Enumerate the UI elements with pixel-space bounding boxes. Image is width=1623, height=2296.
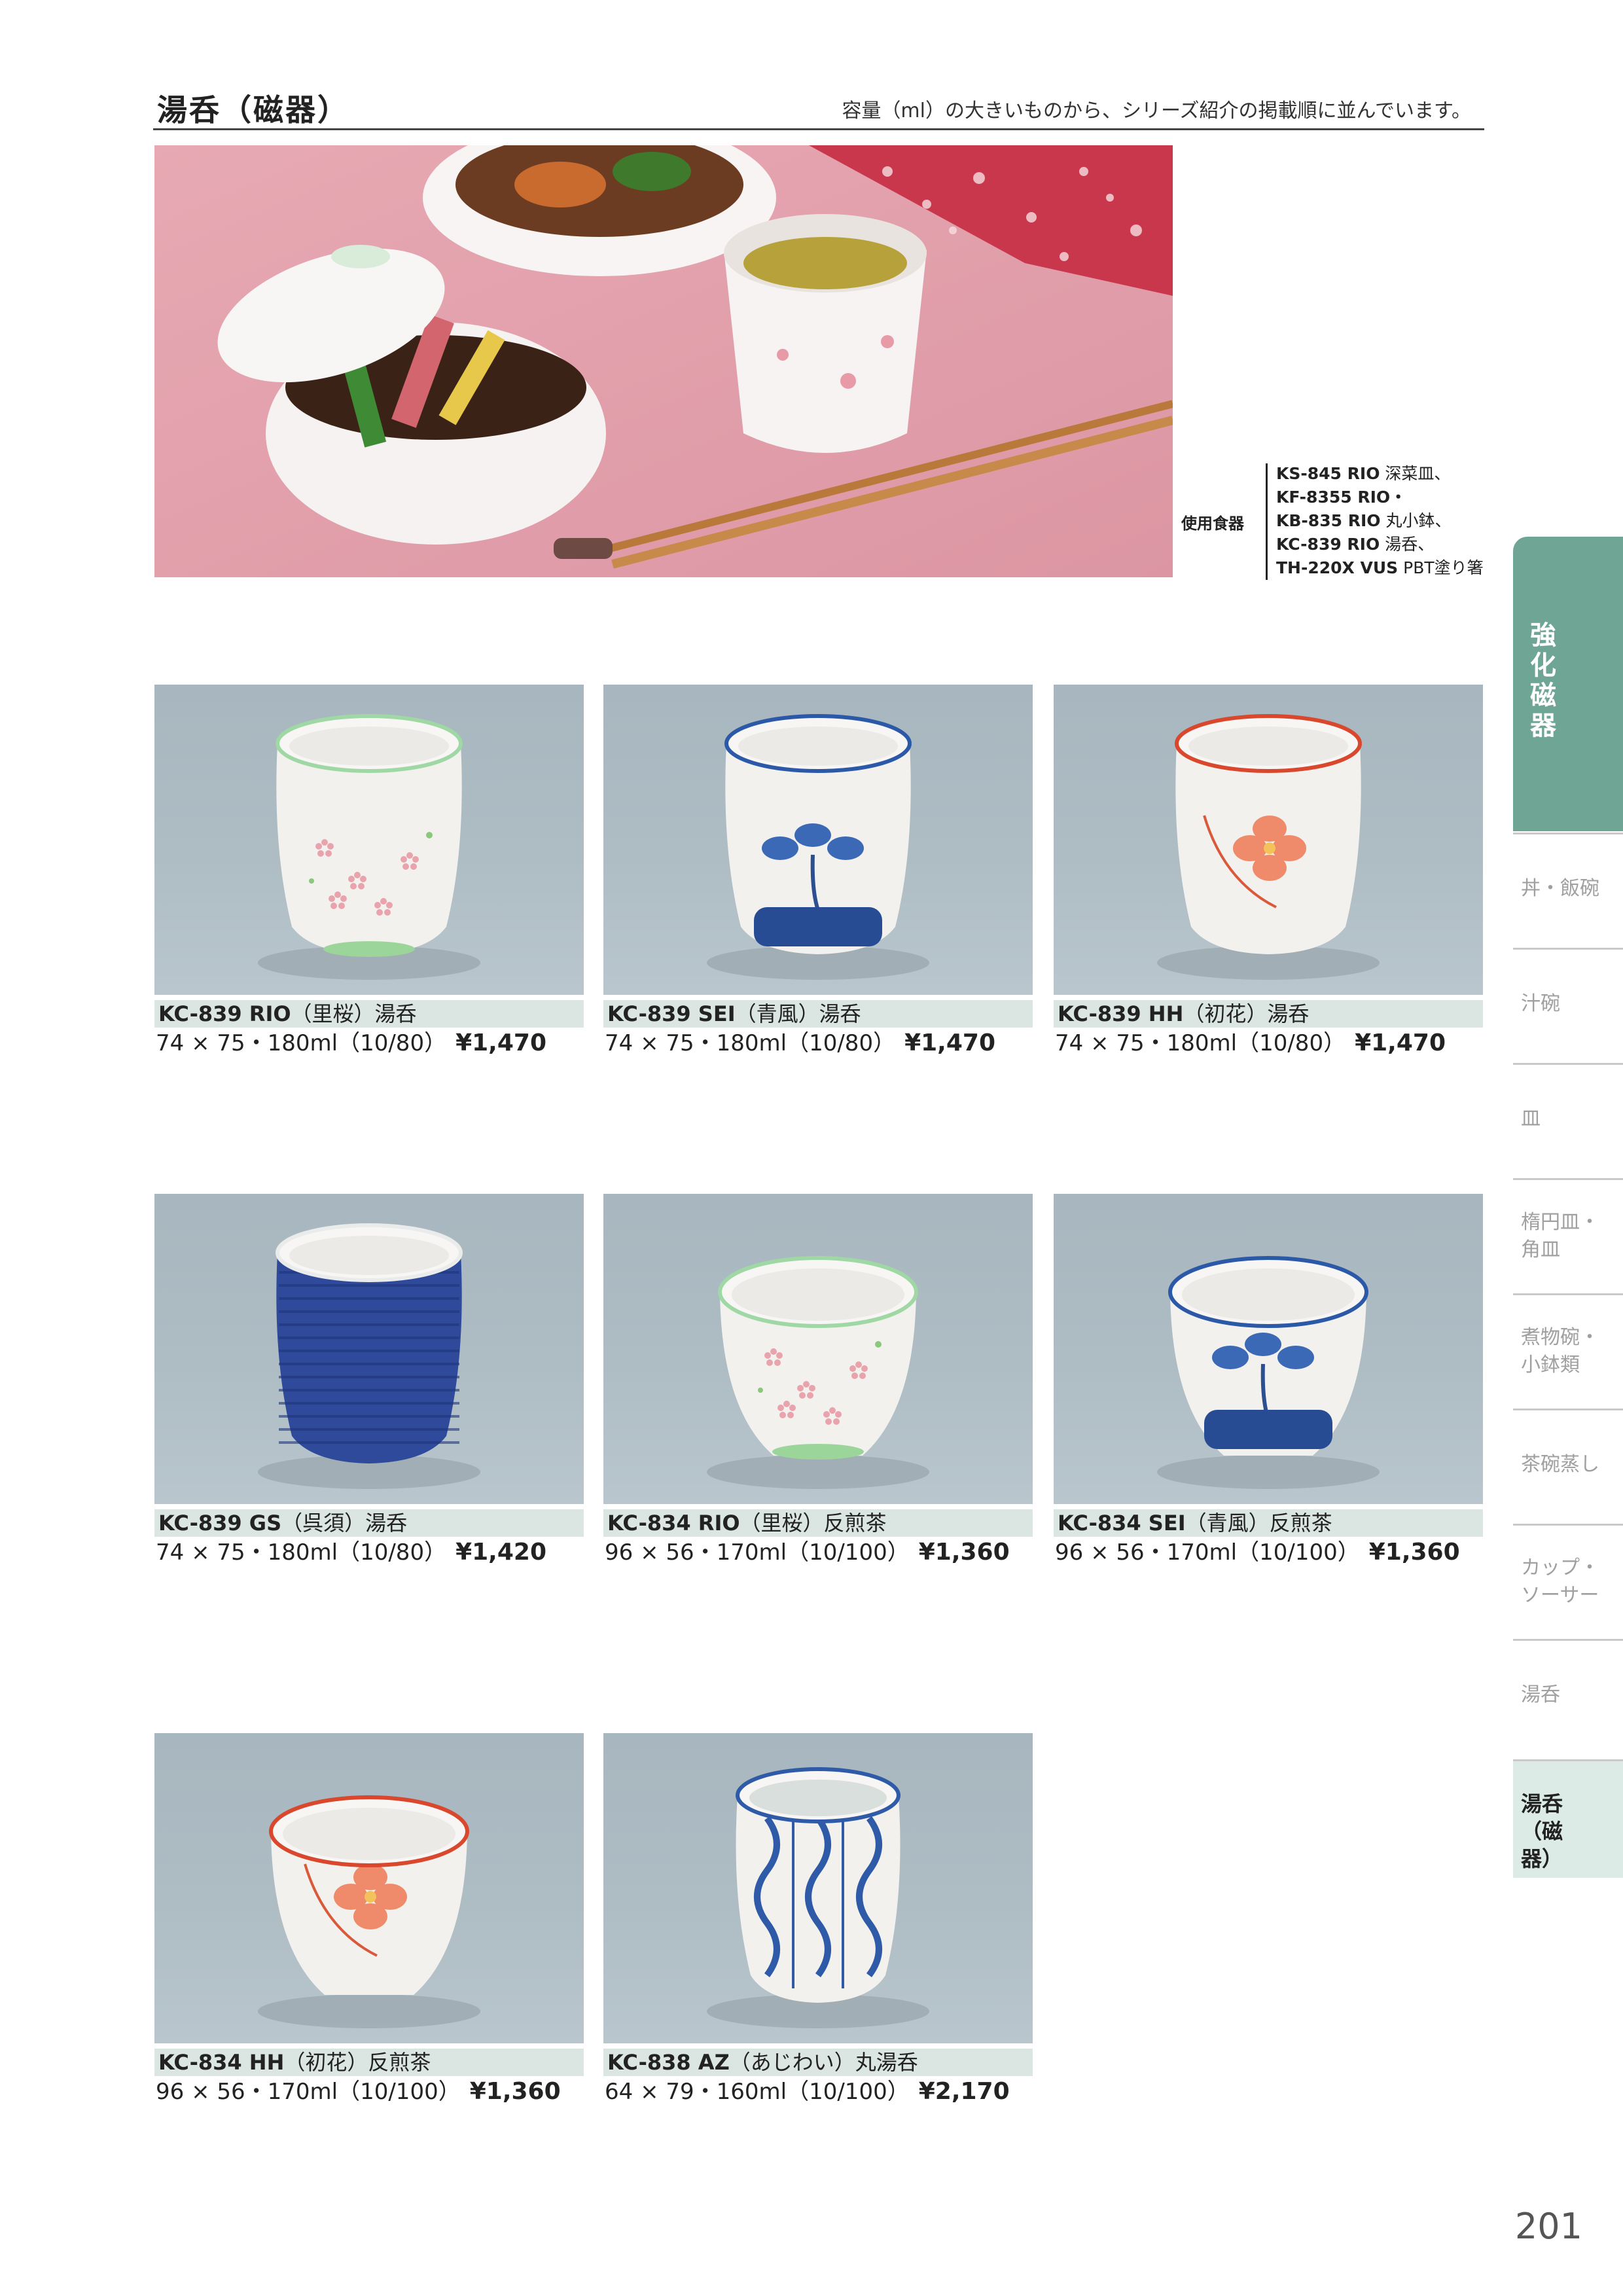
usage-item: KF-8355 RIO・ — [1276, 488, 1407, 507]
usage-divider — [1266, 463, 1268, 580]
product-price: ¥1,420 — [455, 1539, 546, 1566]
product-spec: 74 × 75・180ml（10/80） ¥1,470 — [1055, 1030, 1446, 1056]
cup-illustration — [707, 1256, 929, 1489]
product-spec: 74 × 75・180ml（10/80） ¥1,470 — [605, 1030, 995, 1056]
usage-list: KS-845 RIO 深菜皿、 KF-8355 RIO・ KB-835 RIO … — [1276, 462, 1484, 580]
sidebar-item-donburi[interactable]: 丼・飯碗 — [1513, 833, 1623, 947]
product-name-bar: KC-834 RIO（里桜）反煎茶 — [603, 1509, 1033, 1537]
page-title: 湯呑（磁器） — [157, 92, 349, 128]
product-card[interactable]: KC-839 HH（初花）湯呑 74 × 75・180ml（10/80） ¥1,4… — [1054, 685, 1483, 1059]
product-spec: 96 × 56・170ml（10/100） ¥1,360 — [1055, 1539, 1460, 1566]
product-card[interactable]: KC-839 RIO（里桜）湯呑 74 × 75・180ml（10/80） ¥1,… — [154, 685, 584, 1059]
product-photo — [603, 1194, 1033, 1504]
cup-illustration — [258, 714, 480, 980]
header-divider — [153, 128, 1484, 130]
cup-illustration — [258, 1223, 480, 1489]
sidebar-item-yunomi[interactable]: 湯呑 — [1513, 1639, 1623, 1753]
cup-illustration — [1157, 714, 1380, 980]
product-photo — [154, 1733, 584, 2043]
product-spec: 74 × 75・180ml（10/80） ¥1,470 — [156, 1030, 546, 1056]
page-number: 201 — [1514, 2206, 1582, 2247]
sidebar-item-oval-plate[interactable]: 楕円皿・角皿 — [1513, 1178, 1623, 1293]
usage-label: 使用食器 — [1181, 514, 1244, 533]
product-card[interactable]: KC-838 AZ（あじわい）丸湯呑 64 × 79・160ml（10/100）… — [603, 1733, 1033, 2108]
product-card[interactable]: KC-834 HH（初花）反煎茶 96 × 56・170ml（10/100） ¥1… — [154, 1733, 584, 2108]
sidebar-item-soup-bowl[interactable]: 汁碗 — [1513, 948, 1623, 1062]
sidebar-item-chawanmushi[interactable]: 茶碗蒸し — [1513, 1408, 1623, 1523]
product-photo — [154, 1194, 584, 1504]
product-spec: 64 × 79・160ml（10/100） ¥2,170 — [605, 2078, 1010, 2105]
product-name-bar: KC-839 RIO（里桜）湯呑 — [154, 1000, 584, 1028]
product-photo — [154, 685, 584, 995]
product-photo — [603, 1733, 1033, 2043]
product-price: ¥2,170 — [918, 2078, 1010, 2105]
product-spec: 96 × 56・170ml（10/100） ¥1,360 — [605, 1539, 1010, 1566]
sidebar-item-plate[interactable]: 皿 — [1513, 1063, 1623, 1177]
product-card[interactable]: KC-839 GS（呉須）湯呑 74 × 75・180ml（10/80） ¥1,4… — [154, 1194, 584, 1568]
product-photo — [1054, 1194, 1483, 1504]
usage-item: KS-845 RIO 深菜皿、 — [1276, 464, 1451, 483]
hero-illustration — [154, 145, 1173, 577]
product-name-bar: KC-839 SEI（青風）湯呑 — [603, 1000, 1033, 1028]
cup-illustration — [1157, 1256, 1380, 1489]
product-price: ¥1,360 — [918, 1539, 1010, 1566]
product-spec: 96 × 56・170ml（10/100） ¥1,360 — [156, 2078, 561, 2105]
product-price: ¥1,470 — [1355, 1030, 1446, 1056]
product-price: ¥1,470 — [455, 1030, 546, 1056]
product-photo — [603, 685, 1033, 995]
sidebar-tab-main-label: 強化磁器 — [1530, 620, 1556, 741]
cup-illustration — [258, 1795, 480, 2028]
usage-item: TH-220X VUS PBT塗り箸 — [1276, 558, 1484, 577]
sidebar-item-simmered-bowl[interactable]: 煮物碗・小鉢類 — [1513, 1293, 1623, 1408]
product-name-bar: KC-834 HH（初花）反煎茶 — [154, 2049, 584, 2076]
product-name-bar: KC-839 GS（呉須）湯呑 — [154, 1509, 584, 1537]
sidebar-item-cup-saucer[interactable]: カップ・ソーサー — [1513, 1524, 1623, 1638]
product-price: ¥1,360 — [469, 2078, 561, 2105]
product-name-bar: KC-834 SEI（青風）反煎茶 — [1054, 1509, 1483, 1537]
sidebar-item-yunomi-porcelain[interactable]: 湯呑（磁器） — [1513, 1759, 1623, 1878]
product-card[interactable]: KC-834 SEI（青風）反煎茶 96 × 56・170ml（10/100） ¥… — [1054, 1194, 1483, 1568]
product-card[interactable]: KC-839 SEI（青風）湯呑 74 × 75・180ml（10/80） ¥1,… — [603, 685, 1033, 1059]
product-photo — [1054, 685, 1483, 995]
hero-photo — [154, 145, 1173, 577]
product-card[interactable]: KC-834 RIO（里桜）反煎茶 96 × 56・170ml（10/100） ¥… — [603, 1194, 1033, 1568]
product-price: ¥1,360 — [1368, 1539, 1460, 1566]
product-name-bar: KC-838 AZ（あじわい）丸湯呑 — [603, 2049, 1033, 2076]
usage-item: KC-839 RIO 湯呑、 — [1276, 535, 1435, 554]
product-spec: 74 × 75・180ml（10/80） ¥1,420 — [156, 1539, 546, 1566]
cup-illustration — [707, 1767, 929, 2028]
product-price: ¥1,470 — [904, 1030, 995, 1056]
product-name-bar: KC-839 HH（初花）湯呑 — [1054, 1000, 1483, 1028]
header-note: 容量（ml）の大きいものから、シリーズ紹介の掲載順に並んでいます。 — [842, 99, 1471, 122]
usage-item: KB-835 RIO 丸小鉢、 — [1276, 511, 1452, 530]
cup-illustration — [707, 714, 929, 980]
